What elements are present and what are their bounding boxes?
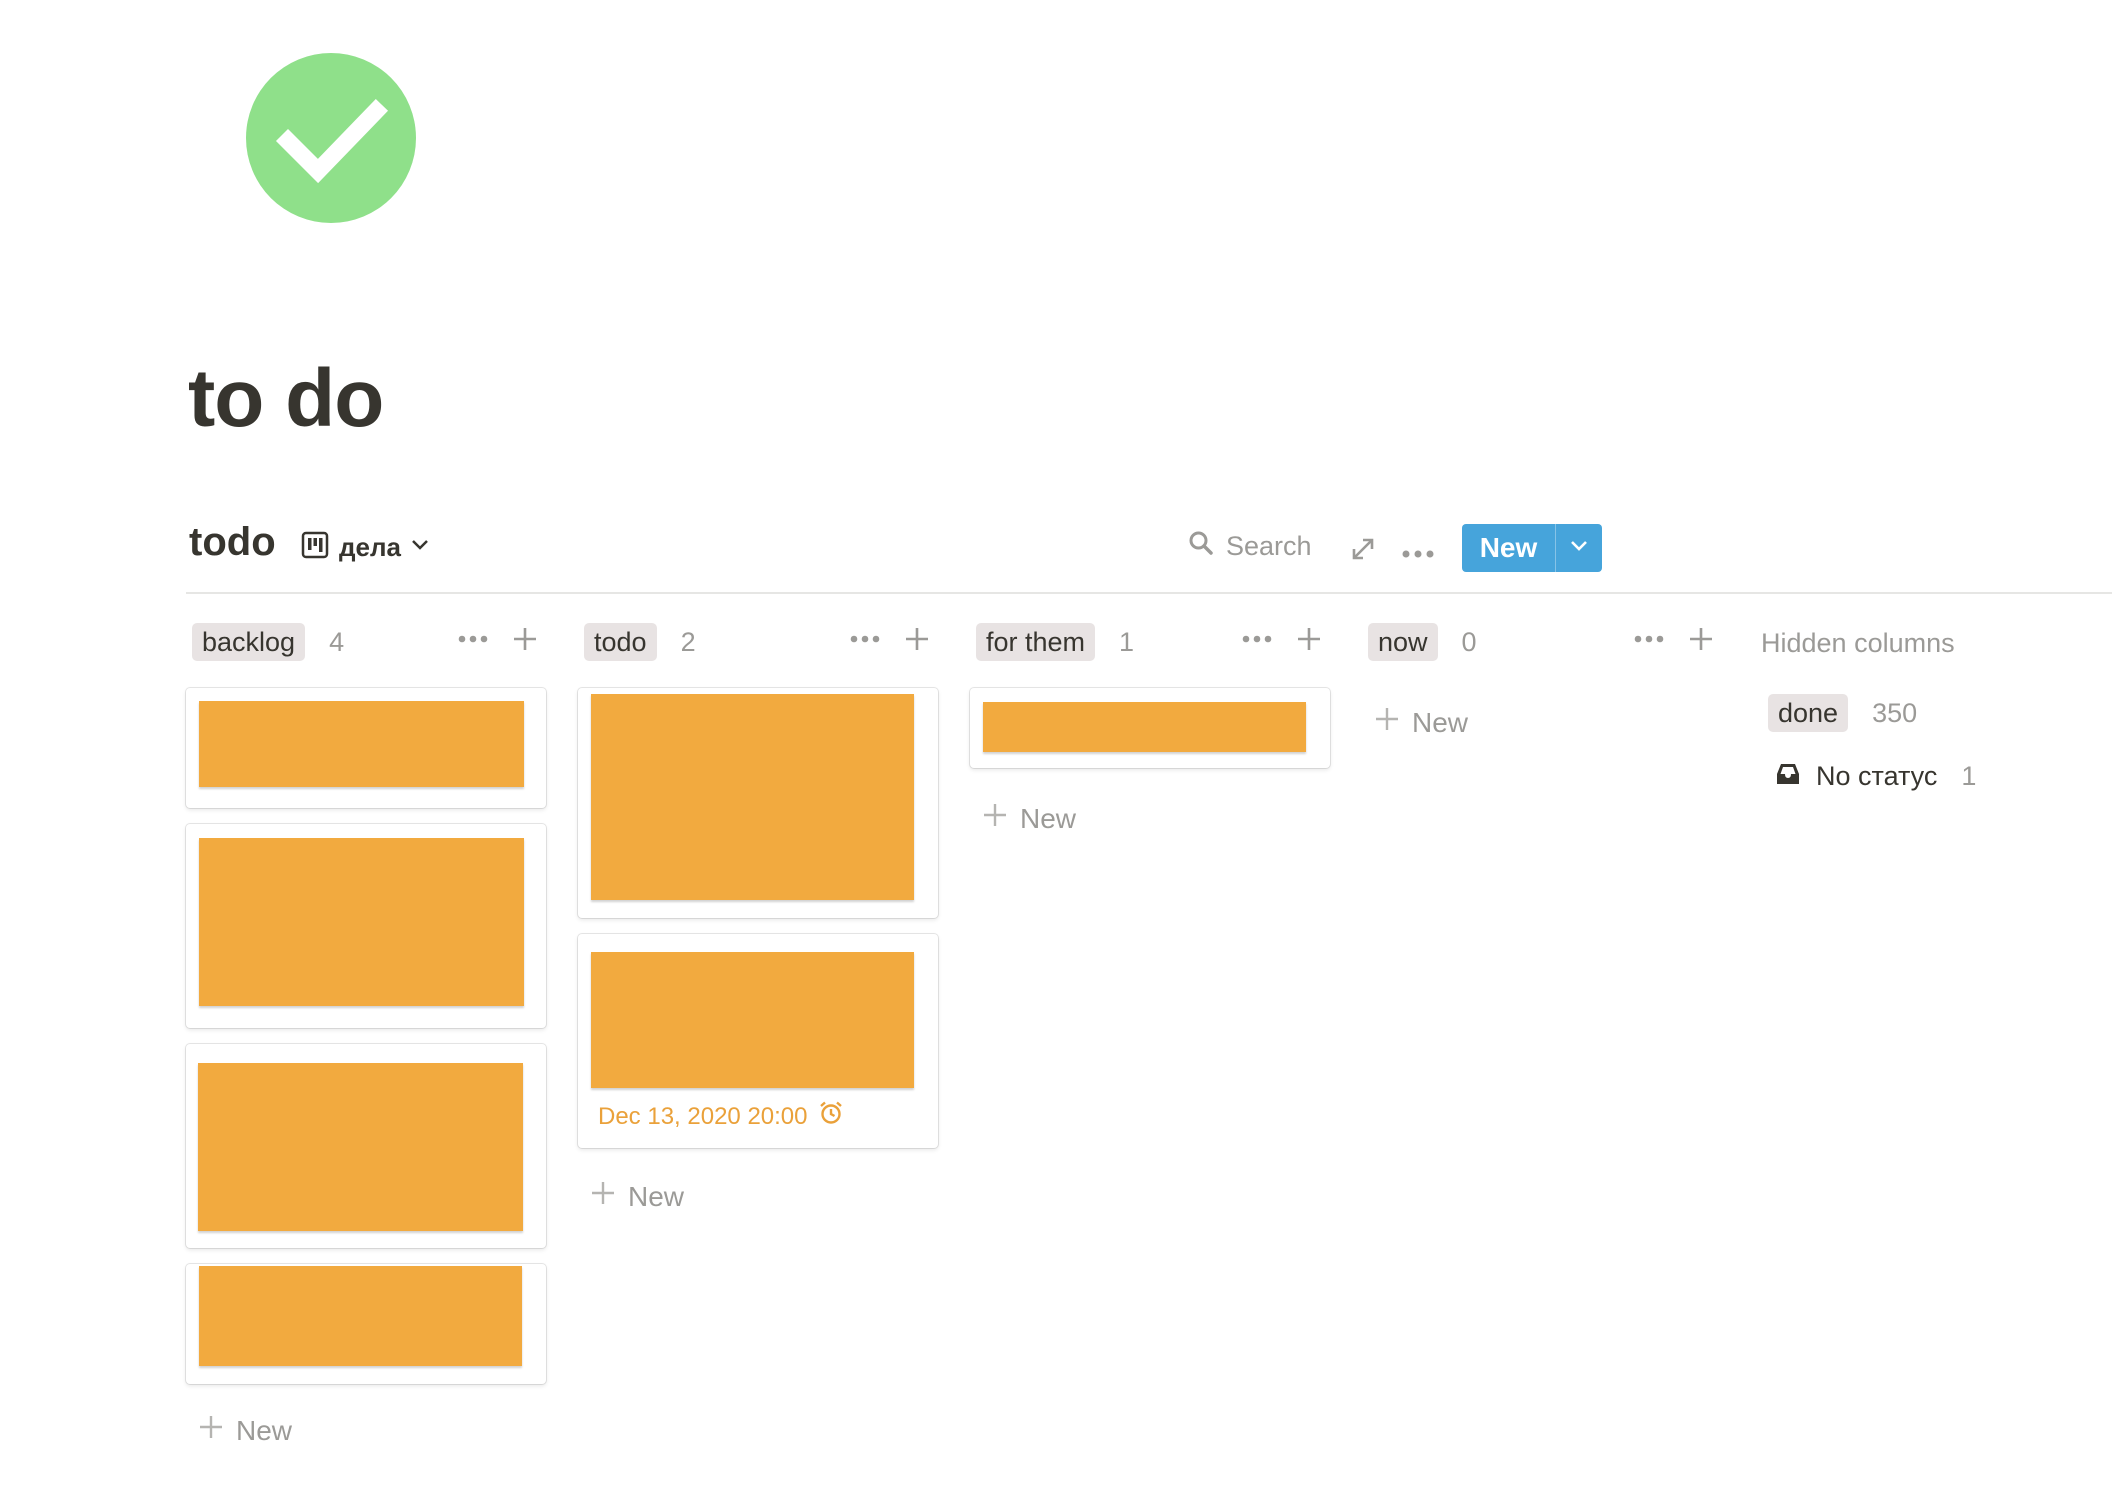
- more-options-icon[interactable]: [458, 635, 488, 643]
- column-tag: backlog: [192, 623, 306, 661]
- card-cover: [199, 838, 524, 1006]
- add-card-label: New: [1412, 706, 1469, 738]
- new-button[interactable]: New: [1462, 524, 1555, 572]
- plus-icon: [1374, 706, 1400, 739]
- search-button[interactable]: Search: [1188, 530, 1312, 563]
- add-icon[interactable]: [512, 626, 538, 652]
- card-cover: [983, 702, 1306, 752]
- add-card-button[interactable]: New: [982, 802, 1076, 835]
- page-check-icon[interactable]: [246, 53, 416, 223]
- column-tag: now: [1368, 623, 1438, 661]
- column-actions: [458, 626, 538, 652]
- column-actions: [850, 626, 930, 652]
- card-cover: [591, 952, 914, 1088]
- card-cover: [199, 1266, 522, 1366]
- add-icon[interactable]: [904, 626, 930, 652]
- board-card[interactable]: [186, 688, 546, 808]
- card-reminder: Dec 13, 2020 20:00: [598, 1100, 844, 1133]
- column-tag: done: [1768, 694, 1849, 732]
- column-count: 4: [329, 626, 345, 657]
- chevron-down-icon: [411, 538, 429, 556]
- board-card[interactable]: [186, 1264, 546, 1384]
- expand-icon[interactable]: [1350, 536, 1376, 567]
- board-card[interactable]: [578, 688, 938, 918]
- inbox-icon: [1774, 760, 1802, 793]
- card-cover: [198, 1063, 523, 1231]
- column-header-backlog[interactable]: backlog 4: [192, 622, 344, 662]
- board-card[interactable]: [186, 1044, 546, 1248]
- new-button-group: New: [1462, 524, 1602, 572]
- no-status-label: No статус: [1816, 761, 1938, 791]
- chevron-down-icon: [1570, 539, 1588, 557]
- add-card-label: New: [236, 1414, 293, 1446]
- column-count: 350: [1872, 697, 1918, 728]
- plus-icon: [590, 1180, 616, 1213]
- column-header-todo[interactable]: todo 2: [584, 622, 696, 662]
- column-tag: for them: [976, 623, 1096, 661]
- card-cover: [591, 694, 914, 900]
- board-card[interactable]: [970, 688, 1330, 768]
- add-card-label: New: [1020, 802, 1077, 834]
- page-title: to do: [188, 353, 384, 444]
- card-cover: [199, 701, 524, 787]
- database-title[interactable]: todo: [189, 522, 276, 562]
- hidden-column-done[interactable]: done 350: [1768, 694, 1917, 732]
- add-icon[interactable]: [1688, 626, 1714, 652]
- reminder-date: Dec 13, 2020 20:00: [598, 1102, 808, 1130]
- more-options-icon[interactable]: [850, 635, 880, 643]
- column-count: 0: [1461, 626, 1477, 657]
- more-options-icon[interactable]: [1402, 545, 1434, 563]
- hidden-column-no-status[interactable]: No статус 1: [1774, 760, 1976, 793]
- board-card[interactable]: Dec 13, 2020 20:00: [578, 934, 938, 1148]
- view-name: дела: [339, 531, 401, 562]
- new-dropdown-button[interactable]: [1556, 524, 1602, 572]
- header-divider: [186, 592, 2112, 594]
- search-label: Search: [1226, 531, 1312, 561]
- add-card-button[interactable]: New: [590, 1180, 684, 1213]
- column-count: 1: [1961, 761, 1977, 791]
- column-header-now[interactable]: now 0: [1368, 622, 1477, 662]
- column-actions: [1242, 626, 1322, 652]
- plus-icon: [982, 802, 1008, 835]
- search-icon: [1188, 530, 1214, 563]
- column-count: 2: [680, 626, 696, 657]
- column-count: 1: [1119, 626, 1135, 657]
- board-view-icon: [301, 531, 329, 564]
- column-tag: todo: [584, 623, 657, 661]
- column-header-for-them[interactable]: for them 1: [976, 622, 1134, 662]
- more-options-icon[interactable]: [1634, 635, 1664, 643]
- view-switcher[interactable]: дела: [301, 530, 429, 564]
- plus-icon: [198, 1414, 224, 1447]
- more-options-icon[interactable]: [1242, 635, 1272, 643]
- column-actions: [1634, 626, 1714, 652]
- add-icon[interactable]: [1296, 626, 1322, 652]
- hidden-columns-title: Hidden columns: [1761, 628, 1955, 658]
- alarm-clock-icon: [818, 1100, 844, 1133]
- board-card[interactable]: [186, 824, 546, 1028]
- add-card-button[interactable]: New: [198, 1414, 292, 1447]
- add-card-label: New: [628, 1180, 685, 1212]
- add-card-button[interactable]: New: [1374, 706, 1468, 739]
